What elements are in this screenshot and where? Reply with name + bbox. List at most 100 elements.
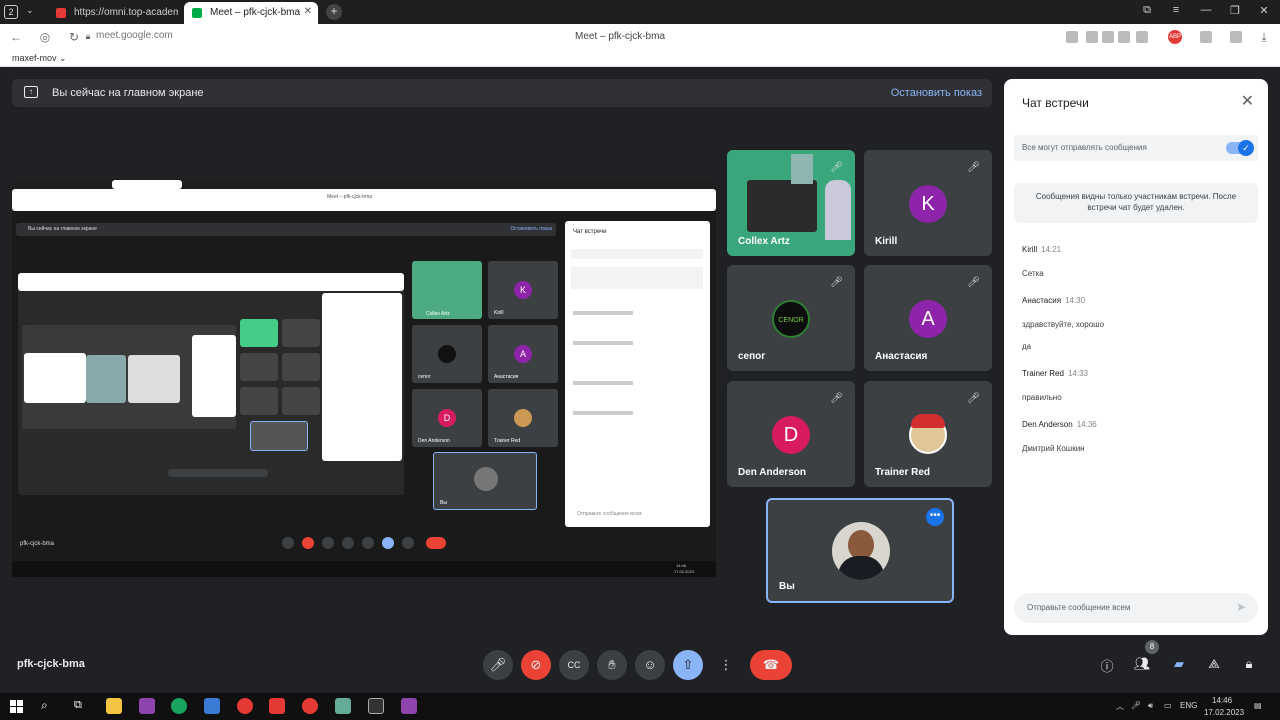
inner-ctl: [282, 537, 294, 549]
chat-icon[interactable]: ▰: [1170, 656, 1188, 674]
inner-window-title: Meet – pfk-cjck-bma: [327, 194, 373, 200]
search-icon[interactable]: ⌕: [41, 698, 48, 713]
participant-tile[interactable]: K 🎤︎ Kirill: [864, 150, 992, 256]
inner-chat-input: Отправьте сообщение всем: [577, 511, 642, 517]
inner-notice: [571, 267, 703, 289]
inner-controls: [168, 469, 268, 477]
yandex-browser-icon[interactable]: [302, 698, 318, 714]
collections-icon[interactable]: [1230, 31, 1242, 43]
message-time: 14:33: [1067, 369, 1088, 378]
inner-banner-text: Вы сейчас на главном экране: [28, 226, 97, 232]
message-author: Kirill: [1022, 245, 1038, 254]
camera-off-button[interactable]: ⊘: [521, 650, 551, 680]
participant-tile[interactable]: A 🎤︎ Анастасия: [864, 265, 992, 371]
present-screen-icon: ↑: [24, 86, 38, 98]
tab-count-icon[interactable]: 2: [4, 5, 18, 19]
inner-tile-trainer: Trainer Red: [488, 389, 558, 447]
adblock-icon[interactable]: ABP: [1168, 30, 1182, 44]
participant-tile[interactable]: 🎤︎ Collex Artz: [727, 150, 855, 256]
mic-button[interactable]: 🎤︎: [483, 650, 513, 680]
video-ext-icon[interactable]: [1102, 31, 1114, 43]
chat-input[interactable]: Отправьте сообщение всем ➤: [1014, 593, 1258, 623]
self-tile[interactable]: ••• Вы: [766, 498, 954, 603]
new-tab-button[interactable]: +: [326, 4, 342, 20]
edge-icon[interactable]: [171, 698, 187, 714]
notifications-icon[interactable]: ▤: [1254, 701, 1262, 710]
yandex-icon[interactable]: [269, 698, 285, 714]
inner-tile-collex: Collex Artz: [412, 261, 482, 319]
emoji-button[interactable]: ☺: [635, 650, 665, 680]
visual-studio-icon[interactable]: [139, 698, 155, 714]
chat-input-placeholder: Отправьте сообщение всем: [1027, 603, 1131, 612]
extensions-pin-icon[interactable]: ⧉: [1137, 4, 1157, 17]
clock-time[interactable]: 14:46: [1212, 696, 1232, 705]
participant-tile[interactable]: D 🎤︎ Den Anderson: [727, 381, 855, 487]
close-tab-icon[interactable]: ✕: [304, 6, 312, 17]
tab-meet[interactable]: Meet – pfk-cjck-bma ✕: [184, 2, 318, 24]
inner-inner-screen: [22, 325, 236, 429]
close-icon[interactable]: ✕: [1241, 91, 1254, 111]
inner-tile-name: Den Anderson: [418, 438, 450, 444]
raise-hand-button[interactable]: ✋︎: [597, 650, 627, 680]
message-time: 14:21: [1041, 245, 1062, 254]
clock-date[interactable]: 17.02.2023: [1204, 708, 1244, 717]
send-icon[interactable]: ➤: [1236, 600, 1246, 614]
inner-tile-anastasia: A Анастасия: [488, 325, 558, 383]
profile-switcher[interactable]: maxef-mov ⌄: [12, 53, 67, 64]
presenting-banner: ↑ Вы сейчас на главном экране Остановить…: [12, 79, 992, 107]
mic-off-icon: 🎤︎: [830, 277, 843, 288]
camera-ext-icon[interactable]: [1066, 31, 1078, 43]
minimize-icon[interactable]: —: [1196, 4, 1216, 16]
host-controls-icon[interactable]: 🔒︎: [1240, 656, 1258, 674]
self-avatar: [832, 522, 890, 580]
tray-chevron-icon[interactable]: ︿: [1116, 701, 1124, 712]
maximize-icon[interactable]: ❐: [1225, 4, 1245, 17]
mic-ext-icon[interactable]: [1086, 31, 1098, 43]
app-icon[interactable]: [335, 698, 351, 714]
people-icon[interactable]: 👥︎: [1133, 656, 1151, 674]
participant-name: Den Anderson: [738, 467, 806, 478]
chat-ext-icon[interactable]: [1118, 31, 1130, 43]
more-options-icon[interactable]: •••: [926, 508, 944, 526]
extensions-icon[interactable]: [1200, 31, 1212, 43]
participant-tile[interactable]: CENOR 🎤︎ сепог: [727, 265, 855, 371]
check-icon: ✓: [1238, 140, 1254, 156]
participant-tile[interactable]: 🎤︎ Trainer Red: [864, 381, 992, 487]
mic-tray-icon[interactable]: 🎤︎: [1131, 701, 1141, 710]
windows-start-icon[interactable]: [10, 700, 23, 713]
tab-omni-academy[interactable]: https://omni.top-academy: [48, 2, 178, 24]
captions-button[interactable]: CC: [559, 650, 589, 680]
chat-notice: Сообщения видны только участникам встреч…: [1014, 183, 1258, 223]
chat-message: Den Anderson 14:36 Дмитрий Кошкин: [1022, 420, 1097, 460]
more-options-button[interactable]: ⋮: [711, 650, 741, 680]
stop-presenting-button[interactable]: Остановить показ: [891, 87, 982, 99]
network-icon[interactable]: ▭: [1164, 701, 1172, 710]
activities-icon[interactable]: ⟁: [1205, 656, 1223, 674]
participant-avatar: A: [909, 300, 947, 338]
profile-bar: maxef-mov ⌄: [0, 50, 1280, 67]
inner-tile-self: Вы: [433, 452, 537, 510]
leave-call-button[interactable]: ☎︎: [750, 650, 792, 680]
language-indicator[interactable]: ENG: [1180, 701, 1197, 710]
close-window-icon[interactable]: ✕: [1254, 4, 1274, 17]
file-explorer-icon[interactable]: [106, 698, 122, 714]
allow-messages-toggle[interactable]: ✓: [1226, 140, 1254, 156]
participant-name: сепог: [738, 351, 766, 362]
info-icon[interactable]: ⓘ: [1098, 656, 1116, 674]
task-view-icon[interactable]: ⧉: [74, 699, 82, 712]
self-name: Вы: [779, 581, 795, 592]
inner-tile: [250, 421, 308, 451]
store-icon[interactable]: [204, 698, 220, 714]
app-icon[interactable]: [368, 698, 384, 714]
chrome-icon[interactable]: [237, 698, 253, 714]
nested-window: [192, 335, 236, 417]
download-icon[interactable]: ⤓: [1256, 30, 1272, 45]
present-button[interactable]: ⇧: [673, 650, 703, 680]
inner-chat-title: Чат встречи: [573, 229, 607, 235]
inner-tile-name: Kirill: [494, 310, 504, 316]
bookmark-icon[interactable]: [1136, 31, 1148, 43]
volume-icon[interactable]: 🔊︎: [1148, 701, 1153, 711]
visual-studio-icon[interactable]: [401, 698, 417, 714]
tab-list-chevron-icon[interactable]: ⌄: [26, 5, 34, 16]
browser-menu-icon[interactable]: ≡: [1166, 4, 1186, 16]
